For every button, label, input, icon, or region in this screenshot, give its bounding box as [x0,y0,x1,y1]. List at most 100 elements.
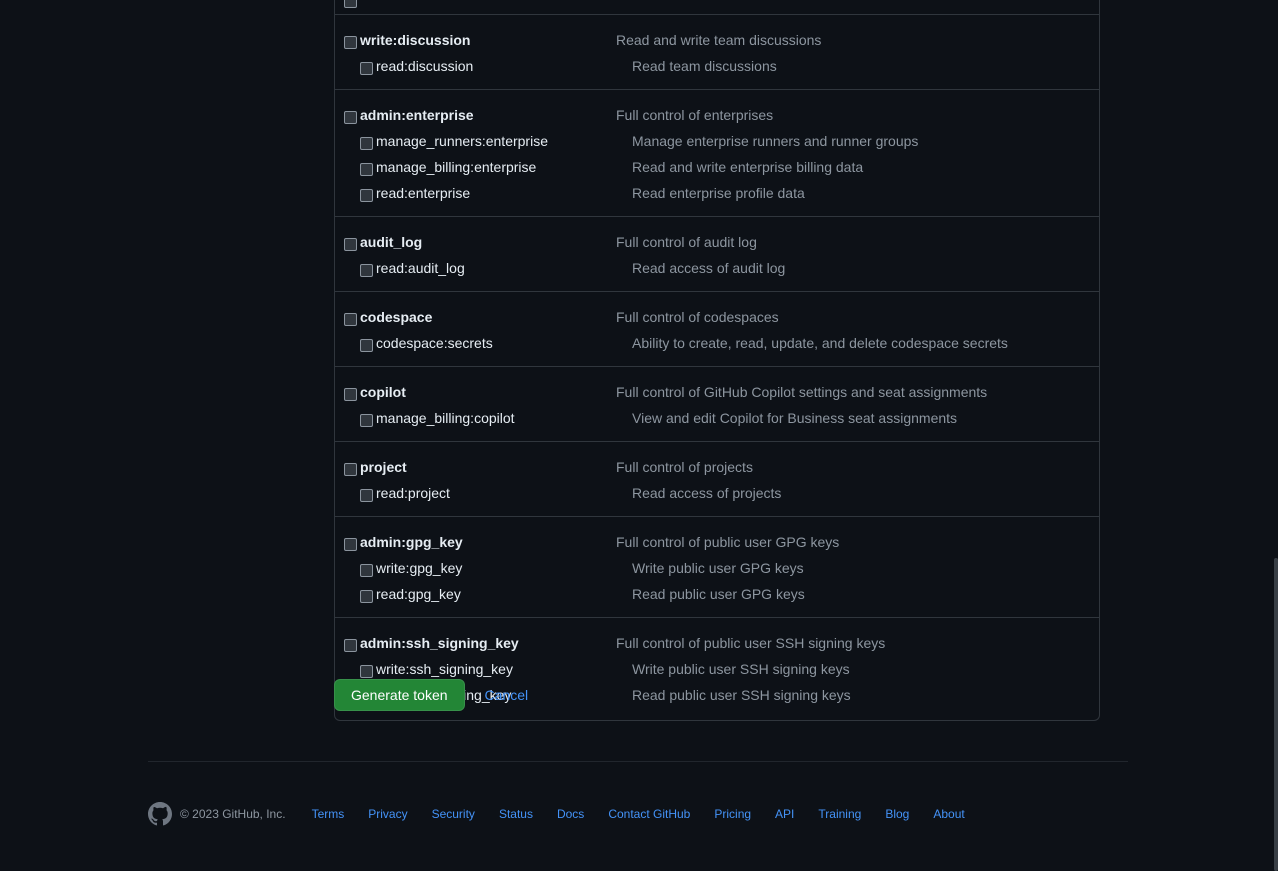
footer-divider [148,761,1128,762]
footer-link-training[interactable]: Training [818,807,861,821]
scope-checkbox[interactable] [344,538,357,551]
subscope-checkbox[interactable] [360,137,373,150]
footer-link-blog[interactable]: Blog [885,807,909,821]
scope-label[interactable]: manage_runners:enterprise [335,132,632,150]
scope-label[interactable]: admin:ssh_signing_key [335,634,616,652]
scope-label[interactable]: write:ssh_signing_key [335,660,632,678]
scope-label[interactable]: read:project [335,484,632,502]
scope-checkbox[interactable] [344,0,357,8]
scope-description: Read access of audit log [632,260,786,276]
scope-checkbox[interactable] [344,238,357,251]
scope-group: admin:gpg_key Full control of public user… [335,517,1099,618]
scope-name: codespace:secrets [376,335,493,351]
scope-group-partial [335,0,1099,15]
subscope-row: manage_billing:enterprise Read and write … [335,154,1099,180]
subscope-checkbox[interactable] [360,163,373,176]
scope-checkbox[interactable] [344,111,357,124]
scope-label[interactable]: read:discussion [335,57,632,75]
subscope-checkbox[interactable] [360,339,373,352]
subscope-row: codespace:secrets Ability to create, read… [335,330,1099,356]
scope-group: codespace Full control of codespaces codes… [335,292,1099,367]
scope-label[interactable]: audit_log [335,233,616,251]
cancel-link[interactable]: Cancel [485,687,529,703]
footer-link-privacy[interactable]: Privacy [368,807,407,821]
footer-link-api[interactable]: API [775,807,794,821]
footer-copyright: © 2023 GitHub, Inc. [180,807,286,821]
scope-row: audit_log Full control of audit log [335,229,1099,255]
subscope-row: manage_billing:copilot View and edit Copi… [335,405,1099,431]
scope-checkbox[interactable] [344,36,357,49]
subscope-checkbox[interactable] [360,189,373,202]
scope-description: Full control of GitHub Copilot settings … [616,384,988,400]
footer-link-contact-github[interactable]: Contact GitHub [608,807,690,821]
scope-name: read:enterprise [376,185,471,201]
scope-checkbox[interactable] [344,639,357,652]
scope-name: admin:enterprise [360,107,474,123]
scope-name: admin:gpg_key [360,534,463,550]
subscope-checkbox[interactable] [360,414,373,427]
footer-link-security[interactable]: Security [432,807,475,821]
footer-link-status[interactable]: Status [499,807,533,821]
scope-description: Full control of enterprises [616,107,774,123]
subscope-row: write:gpg_key Write public user GPG keys [335,555,1099,581]
footer-links: Terms Privacy Security Status Docs Contact Gi… [312,807,989,821]
scope-name: admin:ssh_signing_key [360,635,519,651]
scope-row: admin:gpg_key Full control of public user… [335,529,1099,555]
scope-label[interactable]: admin:gpg_key [335,533,616,551]
scope-group: admin:enterprise Full control of enterpri… [335,90,1099,217]
scope-label[interactable]: manage_billing:enterprise [335,158,632,176]
footer-link-about[interactable]: About [933,807,964,821]
scope-row: project Full control of projects [335,454,1099,480]
scope-label[interactable]: project [335,458,616,476]
scope-description: Full control of audit log [616,234,757,250]
scope-description: Read access of projects [632,485,782,501]
github-mark-icon[interactable] [148,802,172,826]
scope-description: Read and write team discussions [616,32,822,48]
scope-label[interactable]: read:audit_log [335,259,632,277]
subscope-checkbox[interactable] [360,590,373,603]
scope-description: Write public user SSH signing keys [632,661,850,677]
scope-description: Read team discussions [632,58,777,74]
scope-label[interactable]: read:enterprise [335,184,632,202]
scope-checkbox[interactable] [344,463,357,476]
subscope-row: read:audit_log Read access of audit log [335,255,1099,281]
scope-label[interactable]: manage_billing:copilot [335,409,632,427]
scope-checkbox[interactable] [344,388,357,401]
generate-token-button[interactable]: Generate token [334,679,465,711]
scope-label[interactable]: codespace:secrets [335,334,632,352]
subscope-checkbox[interactable] [360,62,373,75]
scope-checkbox[interactable] [344,313,357,326]
page-scrollbar[interactable] [1272,0,1278,871]
form-actions: Generate token Cancel [334,679,528,711]
scope-label[interactable]: admin:enterprise [335,106,616,124]
scope-label[interactable]: read:gpg_key [335,585,632,603]
scope-group: write:discussion Read and write team disc… [335,15,1099,90]
subscope-checkbox[interactable] [360,264,373,277]
scope-name: project [360,459,407,475]
scope-group: project Full control of projects read:proj… [335,442,1099,517]
scope-label[interactable]: codespace [335,308,616,326]
scope-label[interactable]: write:discussion [335,31,616,49]
scope-label[interactable]: copilot [335,383,616,401]
scope-groups: write:discussion Read and write team disc… [335,15,1099,720]
scope-description: Full control of codespaces [616,309,779,325]
scopes-table: write:discussion Read and write team disc… [334,0,1100,721]
subscope-checkbox[interactable] [360,489,373,502]
footer-link-terms[interactable]: Terms [312,807,345,821]
scope-row: admin:ssh_signing_key Full control of pub… [335,630,1099,656]
subscope-checkbox[interactable] [360,665,373,678]
scope-label[interactable]: write:gpg_key [335,559,632,577]
scope-row: write:discussion Read and write team disc… [335,27,1099,53]
subscope-checkbox[interactable] [360,564,373,577]
scope-name: manage_billing:enterprise [376,159,537,175]
subscope-row: read:discussion Read team discussions [335,53,1099,79]
footer-link-pricing[interactable]: Pricing [714,807,751,821]
site-footer: © 2023 GitHub, Inc. Terms Privacy Security… [148,802,989,826]
scope-name: read:discussion [376,58,474,74]
scrollbar-thumb[interactable] [1274,558,1278,871]
scope-name: read:gpg_key [376,586,461,602]
scope-row: codespace Full control of codespaces [335,304,1099,330]
scope-name: audit_log [360,234,423,250]
scope-group: copilot Full control of GitHub Copilot se… [335,367,1099,442]
footer-link-docs[interactable]: Docs [557,807,584,821]
